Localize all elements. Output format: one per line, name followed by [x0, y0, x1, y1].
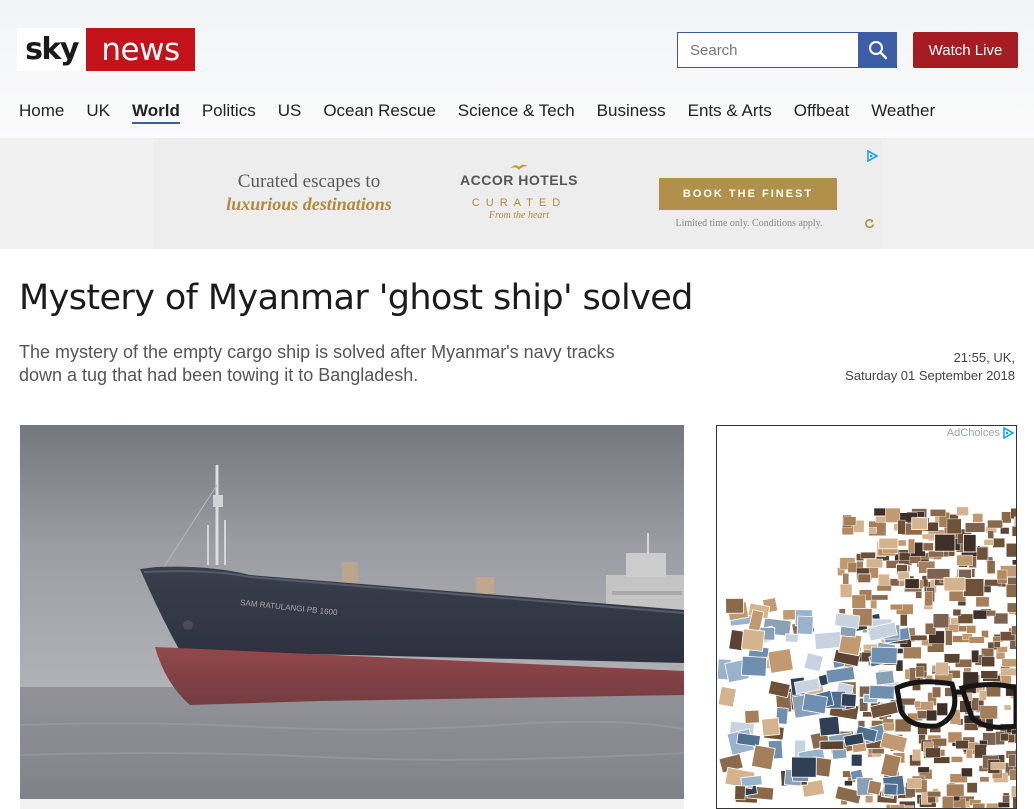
- logo-sky: sky: [17, 28, 86, 71]
- ad-tagline-2: luxurious destinations: [226, 194, 392, 214]
- adchoices-icon[interactable]: [866, 150, 878, 162]
- main-nav: Home UK World Politics US Ocean Rescue S…: [19, 100, 957, 124]
- nav-item-ents-arts[interactable]: Ents & Arts: [688, 100, 772, 124]
- nav-item-us[interactable]: US: [278, 100, 302, 124]
- ad-brand: ACCOR HOTELS: [460, 172, 578, 188]
- search-form: [677, 32, 897, 68]
- watch-live-button[interactable]: Watch Live: [913, 32, 1018, 68]
- nav-item-offbeat[interactable]: Offbeat: [794, 100, 849, 124]
- accor-hotels-logo: ACCOR HOTELS CURATED From the heart: [444, 162, 594, 221]
- book-the-finest-button[interactable]: BOOK THE FINEST: [659, 178, 837, 210]
- side-ad[interactable]: AdChoices: [716, 425, 1017, 809]
- ad-disclaimer: Limited time only. Conditions apply.: [675, 218, 823, 229]
- article-date: Saturday 01 September 2018: [845, 368, 1015, 383]
- ad-curated: CURATED: [471, 197, 567, 209]
- hero-image-ghost-ship[interactable]: SAM RATULANGI PB 1600: [20, 425, 684, 799]
- article-standfirst: The mystery of the empty cargo ship is s…: [19, 342, 615, 385]
- article-time: 21:55, UK,: [953, 350, 1015, 365]
- nav-item-home[interactable]: Home: [19, 100, 64, 124]
- refresh-icon[interactable]: [864, 218, 875, 229]
- nav-item-politics[interactable]: Politics: [202, 100, 256, 124]
- search-input[interactable]: [677, 32, 858, 68]
- photo-mosaic-face-artwork: [717, 506, 1016, 808]
- article-headline: Mystery of Myanmar 'ghost ship' solved: [19, 278, 693, 318]
- masthead: sky news Watch Live Home UK World Politi…: [0, 0, 1034, 138]
- top-ad-container: Curated escapes to luxurious destination…: [0, 138, 1034, 249]
- ad-from-the-heart: From the heart: [488, 210, 550, 221]
- article-timestamp: 21:55, UK, Saturday 01 September 2018: [845, 349, 1015, 385]
- nav-item-science-tech[interactable]: Science & Tech: [458, 100, 575, 124]
- search-icon: [868, 41, 887, 60]
- top-banner-ad[interactable]: Curated escapes to luxurious destination…: [154, 138, 882, 249]
- logo-news: news: [86, 28, 195, 71]
- nav-item-world[interactable]: World: [131, 100, 180, 124]
- accor-bird-icon: [510, 164, 528, 170]
- nav-item-business[interactable]: Business: [597, 100, 666, 124]
- ad-tagline-1: Curated escapes to: [237, 171, 381, 192]
- sky-news-logo[interactable]: sky news: [17, 28, 195, 71]
- ghost-ship-photo: SAM RATULANGI PB 1600: [20, 425, 684, 799]
- nav-item-uk[interactable]: UK: [86, 100, 110, 124]
- nav-item-ocean-rescue[interactable]: Ocean Rescue: [323, 100, 435, 124]
- hero-caption-bar: [20, 799, 684, 809]
- search-button[interactable]: [858, 32, 897, 68]
- nav-item-weather[interactable]: Weather: [871, 100, 935, 124]
